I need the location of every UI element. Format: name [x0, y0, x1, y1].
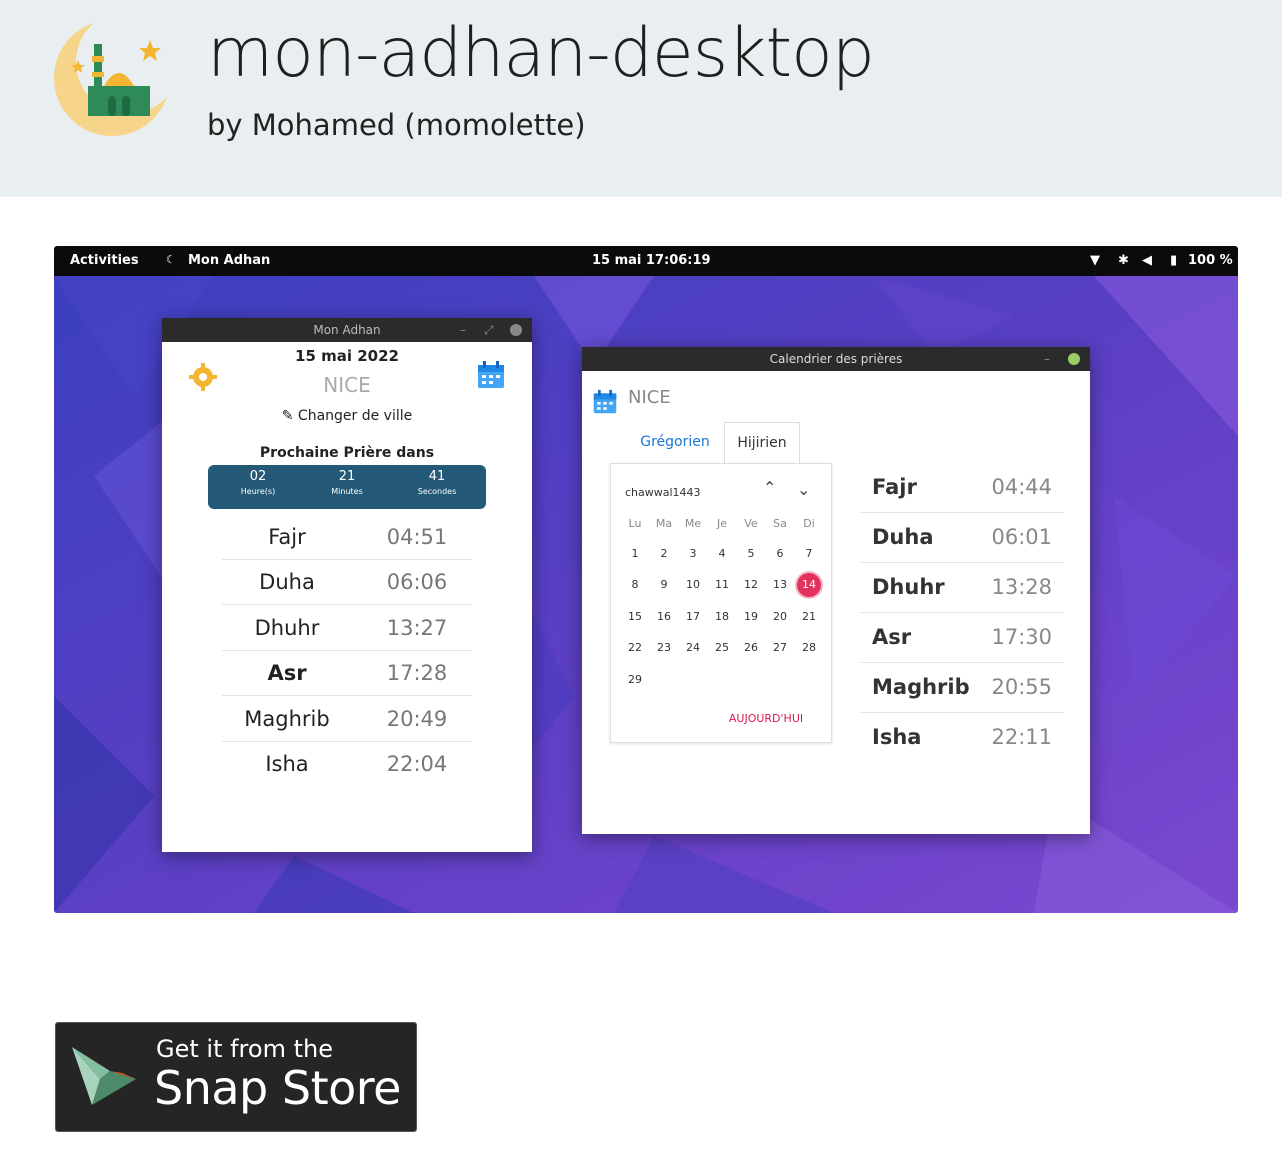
publisher-name[interactable]: by Mohamed (momolette): [207, 108, 586, 142]
calendar-day[interactable]: 16: [651, 610, 677, 623]
prayer-row-dhuhr: Dhuhr 13:28: [860, 563, 1064, 613]
edit-icon: ✎: [281, 408, 294, 424]
next-prayer-label: Prochaine Prière dans: [259, 445, 435, 461]
countdown-seconds: 41 Secondes: [417, 469, 457, 496]
calendar-day[interactable]: 1: [622, 547, 648, 560]
battery-label[interactable]: 100 %: [1188, 253, 1233, 268]
calendar-day[interactable]: 7: [796, 547, 822, 560]
badge-line-2: Snap Store: [154, 1061, 401, 1115]
prayer-row-duha: Duha 06:06: [222, 560, 472, 605]
snap-header: mon-adhan-desktop by Mohamed (momolette): [0, 0, 1282, 197]
calendar-day[interactable]: 24: [680, 641, 706, 654]
app-title: mon-adhan-desktop: [207, 14, 875, 93]
window-title: Mon Adhan: [313, 323, 381, 337]
close-icon[interactable]: [1068, 353, 1080, 365]
prayer-row-isha: Isha 22:11: [872, 725, 1052, 749]
calendar-window: Calendrier des prières – NICE Grégorien …: [582, 347, 1090, 834]
wifi-icon: ▼: [1090, 253, 1100, 268]
weekday-label: Lu: [628, 517, 642, 530]
calendar-day[interactable]: 5: [738, 547, 764, 560]
tab-gregorian[interactable]: Grégorien: [632, 422, 718, 462]
window-titlebar[interactable]: Calendrier des prières: [582, 347, 1090, 371]
calendar-day[interactable]: 26: [738, 641, 764, 654]
prayer-row-dhuhr: Dhuhr 13:27: [222, 606, 472, 651]
close-icon[interactable]: [510, 324, 522, 336]
calendar-icon: [593, 389, 617, 414]
calendar-day[interactable]: 11: [709, 578, 735, 591]
calendar-day[interactable]: 15: [622, 610, 648, 623]
city-name: NICE: [628, 387, 671, 408]
calendar-day[interactable]: 6: [767, 547, 793, 560]
prayer-row-maghrib: Maghrib 20:55: [860, 663, 1064, 713]
today-button[interactable]: AUJOURD'HUI: [711, 712, 821, 725]
calendar-day[interactable]: 22: [622, 641, 648, 654]
chevron-up-icon[interactable]: ⌃: [763, 478, 776, 497]
countdown-hours: 02 Heure(s): [240, 469, 276, 496]
chevron-down-icon[interactable]: ⌄: [797, 480, 810, 499]
calendar-day[interactable]: 25: [709, 641, 735, 654]
prayer-row-maghrib: Maghrib 20:49: [222, 697, 472, 742]
clock-label[interactable]: 15 mai 17:06:19: [592, 253, 711, 268]
weekday-label: Di: [803, 517, 815, 530]
countdown-panel: 02 Heure(s) 21 Minutes 41 Secondes: [208, 465, 486, 509]
countdown-minutes: 21 Minutes: [331, 469, 363, 496]
weekday-label: Ve: [744, 517, 758, 530]
calendar-widget: chawwal1443 ⌃ ⌄ Lu Ma Me Je Ve Sa Di 1 2…: [610, 463, 832, 743]
weekday-label: Je: [716, 517, 727, 530]
tab-hijri[interactable]: Hijirien: [724, 422, 800, 463]
app-menu-label[interactable]: Mon Adhan: [188, 253, 270, 268]
prayer-row-asr: Asr 17:28: [222, 651, 472, 696]
snapcraft-logo-icon: [72, 1047, 136, 1105]
calendar-day[interactable]: 8: [622, 578, 648, 591]
calendar-day-selected[interactable]: 14: [797, 573, 821, 597]
app-menu-icon: ☾: [166, 253, 176, 266]
snap-store-badge[interactable]: Get it from the Snap Store: [55, 1022, 417, 1132]
main-window: Mon Adhan – ⤢ 15 mai 2022 NICE ✎ Changer…: [162, 318, 532, 852]
calendar-day[interactable]: 2: [651, 547, 677, 560]
system-top-bar: Activities ☾ Mon Adhan 15 mai 17:06:19 ▼…: [54, 246, 1238, 276]
city-name: NICE: [323, 373, 371, 397]
prayer-row-fajr: Fajr 04:51: [222, 515, 472, 560]
prayer-row-asr: Asr 17:30: [860, 613, 1064, 663]
app-screenshot: Activities ☾ Mon Adhan 15 mai 17:06:19 ▼…: [54, 246, 1238, 913]
volume-icon: ◀: [1142, 253, 1152, 268]
calendar-day[interactable]: 3: [680, 547, 706, 560]
change-city-label: Changer de ville: [297, 408, 413, 424]
calendar-day[interactable]: 27: [767, 641, 793, 654]
bluetooth-icon: ✱: [1118, 253, 1129, 268]
calendar-day[interactable]: 29: [622, 673, 648, 686]
calendar-day[interactable]: 28: [796, 641, 822, 654]
prayer-row-fajr: Fajr 04:44: [860, 463, 1064, 513]
calendar-day[interactable]: 9: [651, 578, 677, 591]
window-title: Calendrier des prières: [769, 352, 903, 366]
weekday-label: Ma: [655, 517, 673, 530]
battery-icon: ▮: [1170, 253, 1178, 268]
calendar-day[interactable]: 21: [796, 610, 822, 623]
calendar-day[interactable]: 18: [709, 610, 735, 623]
calendar-day[interactable]: 17: [680, 610, 706, 623]
calendar-day[interactable]: 4: [709, 547, 735, 560]
prayer-row-duha: Duha 06:01: [860, 513, 1064, 563]
prayer-row-isha: Isha 22:04: [265, 752, 448, 776]
minimize-icon[interactable]: –: [1044, 347, 1050, 371]
window-titlebar[interactable]: Mon Adhan: [162, 318, 532, 342]
calendar-day[interactable]: 10: [680, 578, 706, 591]
minimize-icon[interactable]: –: [460, 318, 466, 342]
calendar-day[interactable]: 23: [651, 641, 677, 654]
weekday-label: Sa: [773, 517, 787, 530]
calendar-day[interactable]: 12: [738, 578, 764, 591]
calendar-day[interactable]: 13: [767, 578, 793, 591]
weekday-label: Me: [684, 517, 702, 530]
calendar-month-label: chawwal1443: [625, 486, 701, 499]
app-logo-icon: [54, 16, 176, 136]
maximize-icon[interactable]: ⤢: [484, 318, 494, 342]
calendar-day[interactable]: 20: [767, 610, 793, 623]
change-city-link[interactable]: ✎ Changer de ville: [162, 408, 532, 424]
current-date: 15 mai 2022: [295, 347, 399, 365]
activities-button[interactable]: Activities: [70, 253, 139, 268]
badge-line-1: Get it from the: [156, 1035, 333, 1063]
calendar-day[interactable]: 19: [738, 610, 764, 623]
